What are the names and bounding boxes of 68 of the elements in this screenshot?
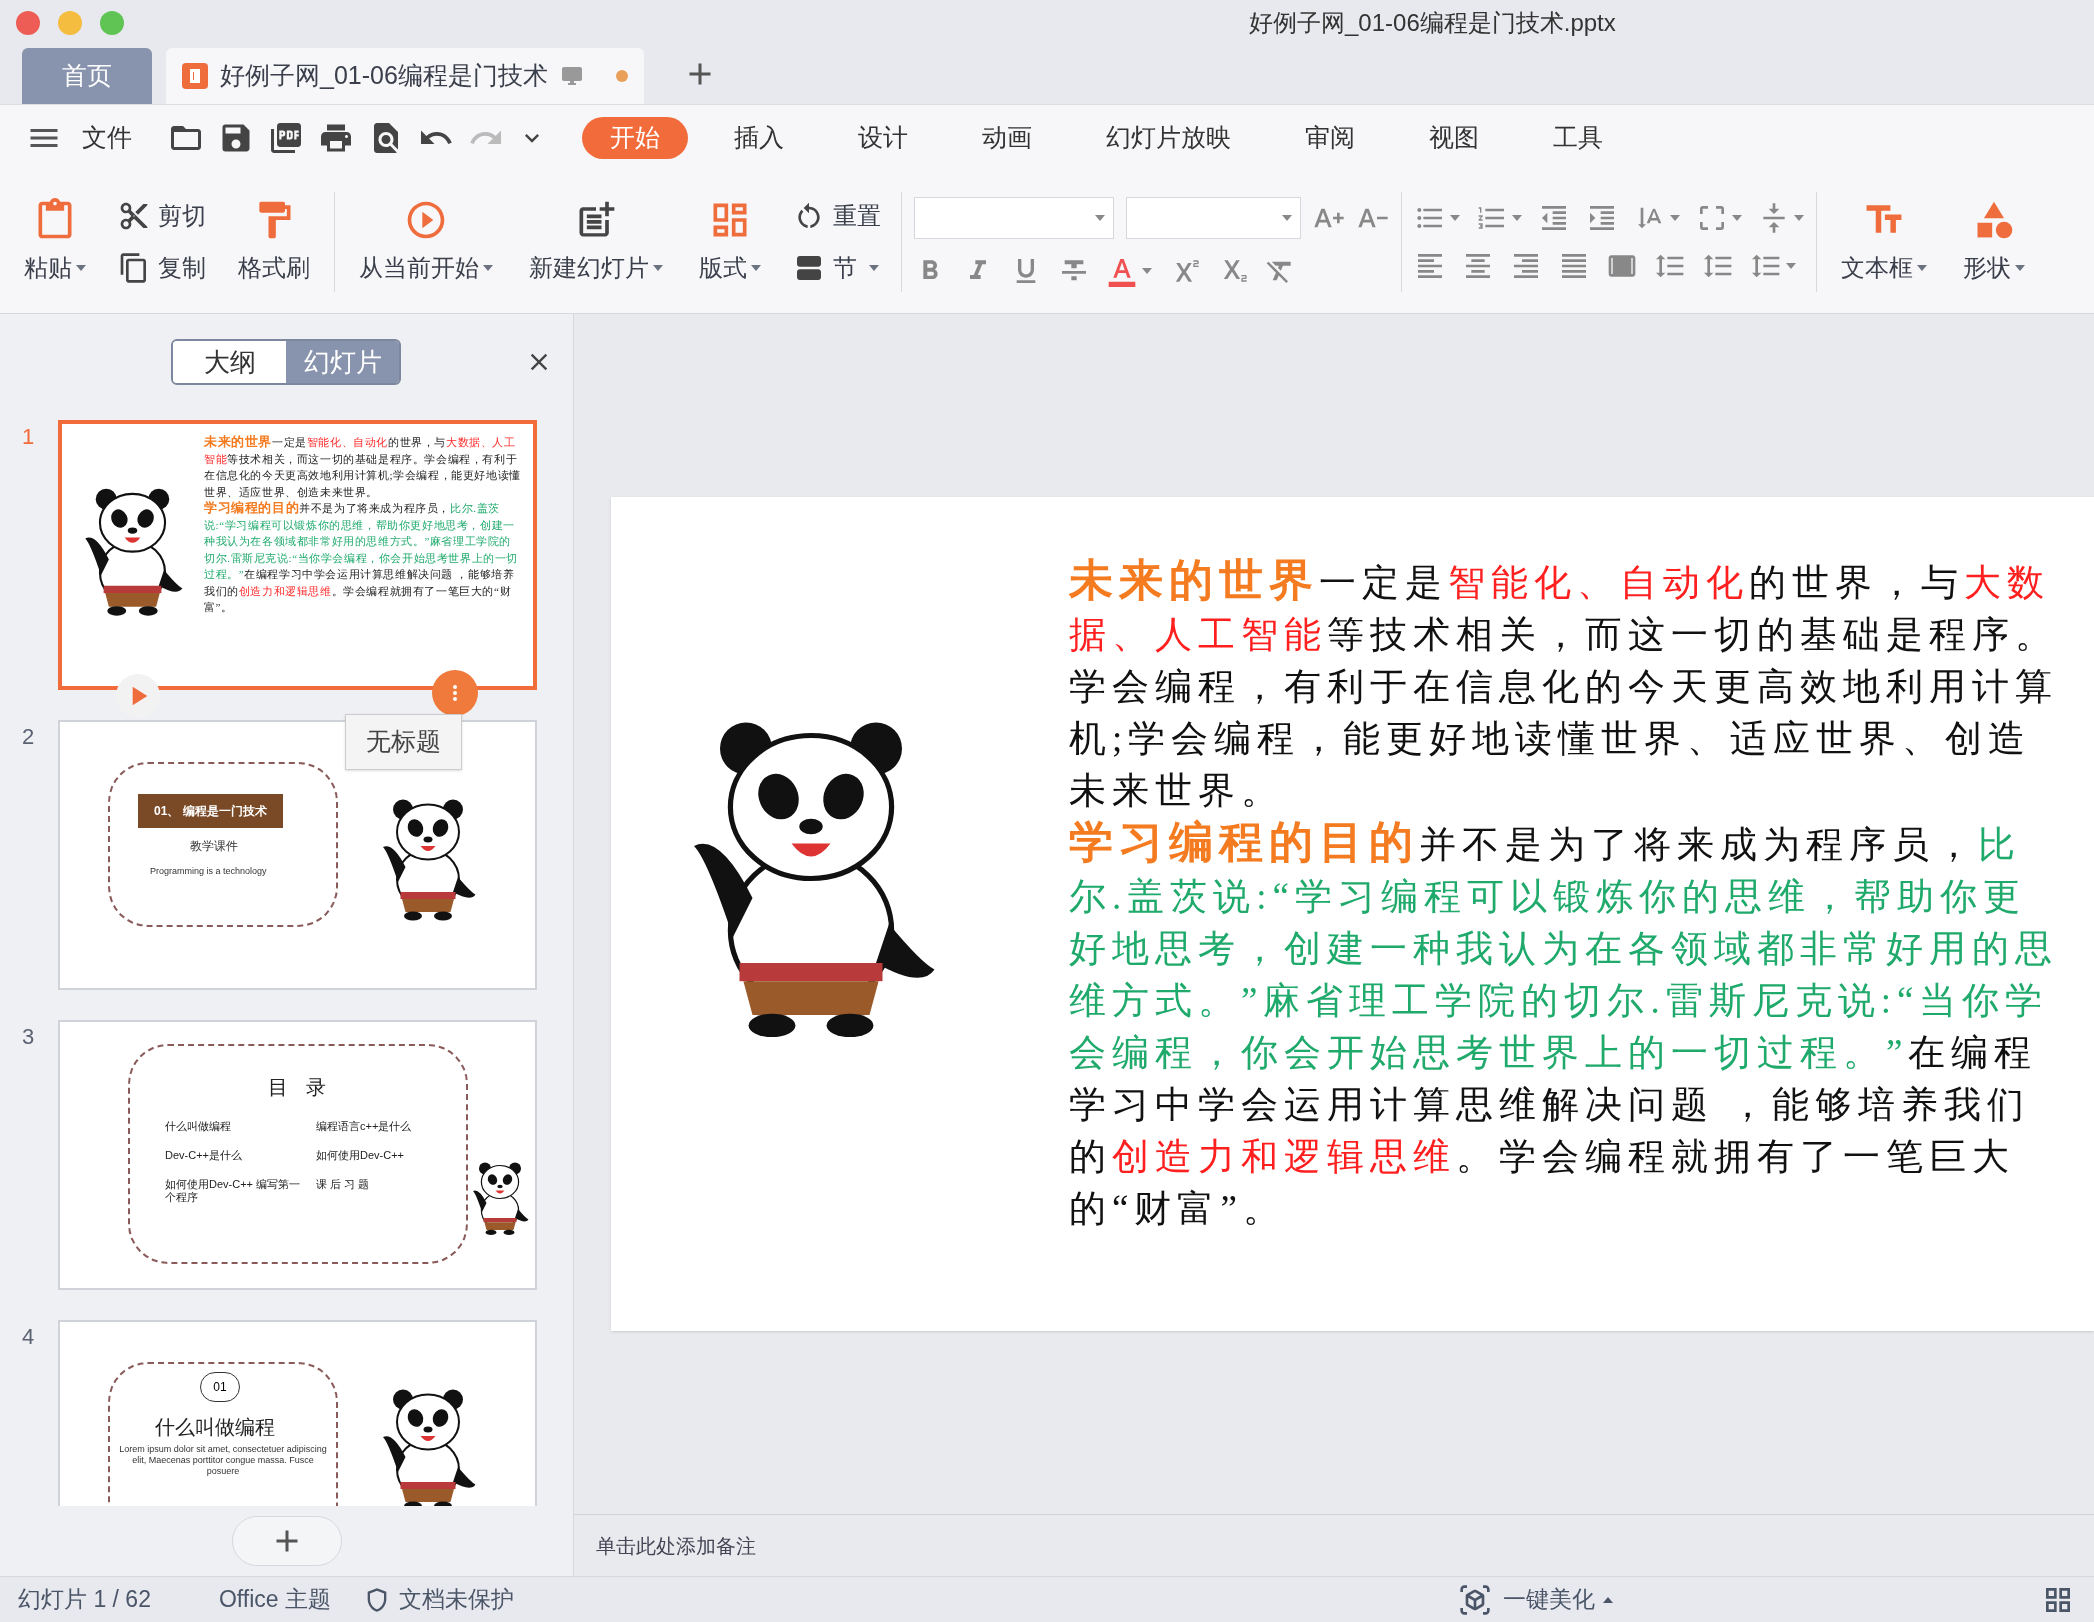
contents-item: 如何使用Dev-C++ 编写第一个程序 bbox=[165, 1178, 302, 1204]
contents-item: 什么叫做编程 bbox=[165, 1120, 232, 1133]
dropdown-caret-icon bbox=[1142, 267, 1152, 274]
window-title: 好例子网_01-06编程是门技术.pptx bbox=[1249, 8, 1616, 38]
panel-tab[interactable]: 大纲 bbox=[173, 341, 286, 383]
caret-up-icon bbox=[1603, 1596, 1613, 1603]
tooltip: 无标题 bbox=[345, 714, 462, 770]
file-menu[interactable]: 文件 bbox=[82, 118, 132, 157]
section-title: 什么叫做编程 bbox=[155, 1415, 275, 1440]
maximize-window-button[interactable] bbox=[100, 11, 124, 35]
notes-placeholder[interactable]: 单击此处添加备注 bbox=[596, 1530, 756, 1561]
ribbon-button[interactable]: 剪切 bbox=[110, 197, 214, 234]
slide-paragraph: 未来的世界 一定是 智能化、自动化 的世界，与 大数据、人工智能 等技术相关，而这一切的基础是程序。学会编程，有利于在信息化的今天更高效地利用计算机;学会编程，能更好地读懂世界、适应世界、创造未来世界。 bbox=[1069, 555, 2059, 813]
ribbon-tab[interactable]: 设计 bbox=[830, 116, 936, 159]
ribbon-tab[interactable]: 审阅 bbox=[1277, 116, 1383, 159]
slide-count: 幻灯片 1 / 62 bbox=[18, 1585, 151, 1615]
thumbnail-paragraph: 未来的世界一定是 智能化、自动化的世界，与大数据、人工智能等技术相关，而这一切的基础是程序。学会编程，有利于在信息化的今天更高效地利用计算机;学会编程，能更好地读懂世界、适应世界、创造未来世界。 bbox=[204, 434, 522, 500]
ribbon-tab[interactable]: 工具 bbox=[1525, 116, 1631, 159]
contents-title: 目 录 bbox=[268, 1075, 332, 1100]
contents-item: 课 后 习 题 bbox=[316, 1178, 371, 1192]
dropdown-caret-icon bbox=[1282, 214, 1292, 221]
body-text: Lorem ipsum dolor sit amet, consectetuer adipiscing elit, Maecenas porttitor congue massa. Fusce posuere bbox=[116, 1444, 330, 1477]
ribbon-tab[interactable]: 幻灯片放映 bbox=[1078, 116, 1259, 159]
slide-paragraph: 学习编程的目的 并不是为了将来成为程序员，比尔.盖茨说:“学习编程可以锻炼你的思维，帮助你更好地思考，创建一种我认为在各领域都非常好用的思维方式。”麻省理工学院的切尔.雷斯尼克说:“当你学会编程，你会开始思考世界上的一切过程。”在编程学习中学会运用计算思维解决问题 ，能够培养我们的 创造力和逻辑思维。学会编程就拥有了一笔巨大的“财富”。 bbox=[1069, 817, 2059, 1231]
dropdown-caret-icon bbox=[1794, 214, 1804, 221]
ribbon-button[interactable]: 复制 bbox=[110, 249, 214, 286]
slide-number: 2 bbox=[22, 723, 36, 751]
ribbon-tab[interactable]: 视图 bbox=[1401, 116, 1507, 159]
protection-status: 文档未保护 bbox=[399, 1585, 514, 1615]
contents-item: 编程语言c++是什么 bbox=[316, 1120, 413, 1133]
cube-icon bbox=[1459, 1583, 1491, 1616]
slide-thumbnail[interactable]: 目 录 什么叫做编程 编程语言c++是什么 Dev-C++是什么 如何使用Dev-C++ 如何使用Dev-C++ 编写第一个程序 课 后 习 题 bbox=[58, 1020, 537, 1290]
ribbon-button[interactable]: 形状 bbox=[1951, 197, 2037, 286]
contents-item: Dev-C++是什么 bbox=[165, 1149, 244, 1162]
ribbon-tab[interactable]: 插入 bbox=[706, 116, 812, 159]
ribbon-button[interactable]: 节 bbox=[785, 249, 889, 286]
document-tab[interactable]: 好例子网_01-06编程是门技术 bbox=[166, 48, 644, 104]
thumbnail-paragraph: 学习编程的目的并不是为了将来成为程序员，比尔.盖茨说:“学习编程可以锻炼你的思维，帮助你更好地思考，创建一种我认为在各领域都非常好用的思维方式。”麻省理工学院的切尔.雷斯尼克说:“当你学会编程，你会开始思考世界上的一切过程。”在编程学习中学会运用计算思维解决问题 ，能够培养我们的创造力和逻辑思维。学会编程就拥有了一笔巨大的“财富”。 bbox=[204, 500, 520, 615]
ribbon-button[interactable]: 新建幻灯片 bbox=[517, 197, 675, 286]
dropdown-caret-icon bbox=[1732, 214, 1742, 221]
ribbon-tab[interactable]: 动画 bbox=[954, 116, 1060, 159]
slide-thumbnail[interactable] bbox=[58, 420, 537, 690]
theme-name: Office 主题 bbox=[218, 1585, 331, 1615]
add-slide-button[interactable] bbox=[231, 1516, 342, 1566]
subtitle: 教学课件 bbox=[190, 838, 238, 855]
dropdown-caret-icon bbox=[1512, 214, 1522, 221]
english-subtitle: Programming is a technology bbox=[150, 865, 267, 878]
ribbon-button[interactable]: 文本框 bbox=[1829, 197, 1939, 286]
presentation-file-icon bbox=[182, 63, 208, 89]
wooden-sign: 01、 编程是一门技术 bbox=[138, 794, 283, 828]
contents-item: 如何使用Dev-C++ bbox=[316, 1149, 406, 1162]
ribbon-button[interactable]: 格式刷 bbox=[226, 197, 322, 286]
ribbon-button[interactable]: 从当前开始 bbox=[347, 197, 505, 286]
ribbon-button[interactable]: 版式 bbox=[687, 197, 773, 286]
slide-thumbnail[interactable]: 01 什么叫做编程 Lorem ipsum dolor sit amet, consectetuer adipiscing elit, Maecenas porttitor congue massa. Fusce posuere bbox=[58, 1320, 537, 1506]
monitor-icon bbox=[559, 64, 584, 88]
dropdown-caret-icon bbox=[1670, 214, 1680, 221]
close-window-button[interactable] bbox=[16, 11, 40, 35]
more-icon bbox=[453, 685, 457, 701]
beautify-button[interactable]: 一键美化 bbox=[1503, 1582, 1613, 1617]
slide-number: 4 bbox=[22, 1323, 36, 1351]
ribbon-button[interactable]: 重置 bbox=[785, 197, 889, 234]
ribbon-button[interactable]: 粘贴 bbox=[12, 197, 98, 286]
slide-number: 1 bbox=[22, 423, 36, 451]
dropdown-caret-icon bbox=[1095, 214, 1105, 221]
slide-number: 3 bbox=[22, 1023, 36, 1051]
dropdown-caret-icon bbox=[1450, 214, 1460, 221]
dropdown-caret-icon bbox=[1786, 262, 1796, 269]
